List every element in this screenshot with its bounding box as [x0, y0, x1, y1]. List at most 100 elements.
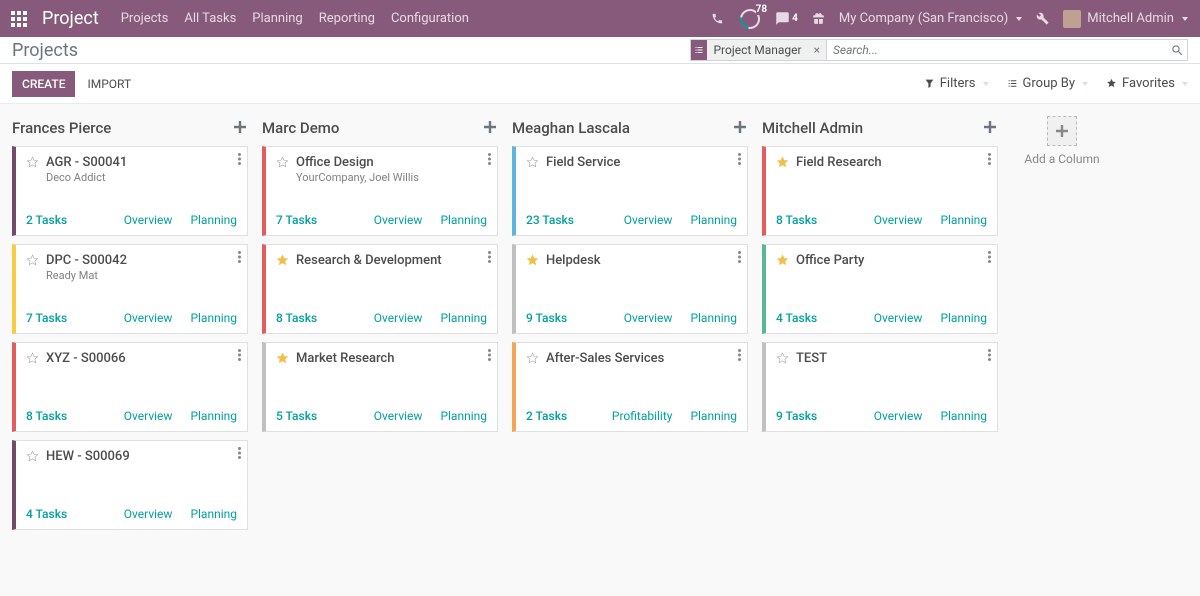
card-tasks-link[interactable]: 23 Tasks — [526, 213, 574, 227]
card-link[interactable]: Overview — [624, 311, 673, 325]
search-input[interactable] — [827, 43, 1167, 57]
kanban-card[interactable]: XYZ - S00066 8 Tasks Overview Planning — [12, 342, 248, 432]
column-title[interactable]: Frances Pierce — [12, 119, 111, 137]
favorites-menu[interactable]: Favorites — [1106, 76, 1188, 91]
timer-icon[interactable]: 78 — [738, 7, 761, 30]
column-add-icon[interactable] — [234, 121, 248, 135]
card-link[interactable]: Planning — [190, 507, 237, 521]
nav-projects[interactable]: Projects — [121, 11, 169, 26]
card-link[interactable]: Overview — [374, 409, 423, 423]
card-menu-icon[interactable] — [988, 251, 991, 267]
debug-icon[interactable] — [1036, 12, 1049, 25]
card-menu-icon[interactable] — [738, 251, 741, 267]
card-tasks-link[interactable]: 9 Tasks — [526, 311, 567, 325]
kanban-card[interactable]: Field Service 23 Tasks Overview Planning — [512, 146, 748, 236]
company-menu[interactable]: My Company (San Francisco) — [839, 11, 1022, 26]
kanban-card[interactable]: After-Sales Services 2 Tasks Profitabili… — [512, 342, 748, 432]
card-link[interactable]: Planning — [440, 213, 487, 227]
kanban-card[interactable]: Research & Development 8 Tasks Overview … — [262, 244, 498, 334]
kanban-card[interactable]: AGR - S00041 Deco Addict 2 Tasks Overvie… — [12, 146, 248, 236]
star-icon[interactable] — [526, 156, 540, 170]
star-icon[interactable] — [526, 254, 540, 268]
column-add-icon[interactable] — [984, 121, 998, 135]
kanban-card[interactable]: DPC - S00042 Ready Mat 7 Tasks Overview … — [12, 244, 248, 334]
kanban-card[interactable]: Market Research 5 Tasks Overview Plannin… — [262, 342, 498, 432]
star-icon[interactable] — [776, 156, 790, 170]
nav-all-tasks[interactable]: All Tasks — [184, 11, 236, 26]
column-title[interactable]: Marc Demo — [262, 119, 339, 137]
phone-icon[interactable] — [711, 12, 724, 25]
card-link[interactable]: Planning — [940, 311, 987, 325]
column-title[interactable]: Meaghan Lascala — [512, 119, 630, 137]
card-link[interactable]: Overview — [374, 213, 423, 227]
create-button[interactable]: CREATE — [12, 71, 75, 97]
gift-icon[interactable] — [812, 12, 825, 25]
card-link[interactable]: Planning — [440, 311, 487, 325]
kanban-card[interactable]: Office Party 4 Tasks Overview Planning — [762, 244, 998, 334]
star-icon[interactable] — [776, 352, 790, 366]
card-link[interactable]: Overview — [124, 213, 173, 227]
star-icon[interactable] — [276, 352, 290, 366]
card-menu-icon[interactable] — [238, 251, 241, 267]
card-link[interactable]: Planning — [690, 213, 737, 227]
star-icon[interactable] — [26, 254, 40, 268]
card-menu-icon[interactable] — [988, 349, 991, 365]
star-icon[interactable] — [26, 352, 40, 366]
card-link[interactable]: Overview — [124, 311, 173, 325]
card-link[interactable]: Overview — [124, 409, 173, 423]
card-link[interactable]: Planning — [440, 409, 487, 423]
card-menu-icon[interactable] — [488, 153, 491, 169]
card-link[interactable]: Overview — [624, 213, 673, 227]
card-menu-icon[interactable] — [488, 349, 491, 365]
card-tasks-link[interactable]: 4 Tasks — [776, 311, 817, 325]
star-icon[interactable] — [26, 450, 40, 464]
card-link[interactable]: Overview — [874, 311, 923, 325]
card-tasks-link[interactable]: 5 Tasks — [276, 409, 317, 423]
kanban-card[interactable]: TEST 9 Tasks Overview Planning — [762, 342, 998, 432]
star-icon[interactable] — [276, 254, 290, 268]
filters-menu[interactable]: Filters — [924, 76, 989, 91]
card-menu-icon[interactable] — [238, 447, 241, 463]
card-tasks-link[interactable]: 8 Tasks — [776, 213, 817, 227]
kanban-card[interactable]: Field Research 8 Tasks Overview Planning — [762, 146, 998, 236]
nav-reporting[interactable]: Reporting — [319, 11, 375, 26]
card-link[interactable]: Overview — [874, 409, 923, 423]
card-tasks-link[interactable]: 2 Tasks — [526, 409, 567, 423]
star-icon[interactable] — [776, 254, 790, 268]
kanban-card[interactable]: HEW - S00069 4 Tasks Overview Planning — [12, 440, 248, 530]
facet-remove-icon[interactable]: × — [808, 43, 826, 57]
search-icon[interactable] — [1167, 44, 1187, 57]
card-link[interactable]: Planning — [690, 409, 737, 423]
card-menu-icon[interactable] — [238, 153, 241, 169]
card-link[interactable]: Planning — [940, 409, 987, 423]
card-tasks-link[interactable]: 2 Tasks — [26, 213, 67, 227]
card-link[interactable]: Overview — [124, 507, 173, 521]
card-menu-icon[interactable] — [488, 251, 491, 267]
add-column[interactable]: Add a Column — [1012, 116, 1112, 166]
card-tasks-link[interactable]: 8 Tasks — [26, 409, 67, 423]
column-title[interactable]: Mitchell Admin — [762, 119, 863, 137]
card-menu-icon[interactable] — [738, 349, 741, 365]
card-link[interactable]: Planning — [190, 409, 237, 423]
card-link[interactable]: Planning — [940, 213, 987, 227]
card-tasks-link[interactable]: 7 Tasks — [276, 213, 317, 227]
card-tasks-link[interactable]: 7 Tasks — [26, 311, 67, 325]
card-link[interactable]: Profitability — [612, 409, 673, 423]
card-link[interactable]: Planning — [190, 213, 237, 227]
card-link[interactable]: Overview — [374, 311, 423, 325]
user-menu[interactable]: Mitchell Admin — [1063, 10, 1188, 28]
card-menu-icon[interactable] — [238, 349, 241, 365]
card-link[interactable]: Planning — [690, 311, 737, 325]
card-link[interactable]: Overview — [874, 213, 923, 227]
card-tasks-link[interactable]: 9 Tasks — [776, 409, 817, 423]
card-link[interactable]: Planning — [190, 311, 237, 325]
kanban-card[interactable]: Office Design YourCompany, Joel Willis 7… — [262, 146, 498, 236]
card-tasks-link[interactable]: 8 Tasks — [276, 311, 317, 325]
column-add-icon[interactable] — [484, 121, 498, 135]
card-tasks-link[interactable]: 4 Tasks — [26, 507, 67, 521]
messages-icon[interactable]: 4 — [775, 11, 798, 26]
card-menu-icon[interactable] — [738, 153, 741, 169]
import-button[interactable]: IMPORT — [87, 77, 131, 91]
star-icon[interactable] — [276, 156, 290, 170]
star-icon[interactable] — [26, 156, 40, 170]
